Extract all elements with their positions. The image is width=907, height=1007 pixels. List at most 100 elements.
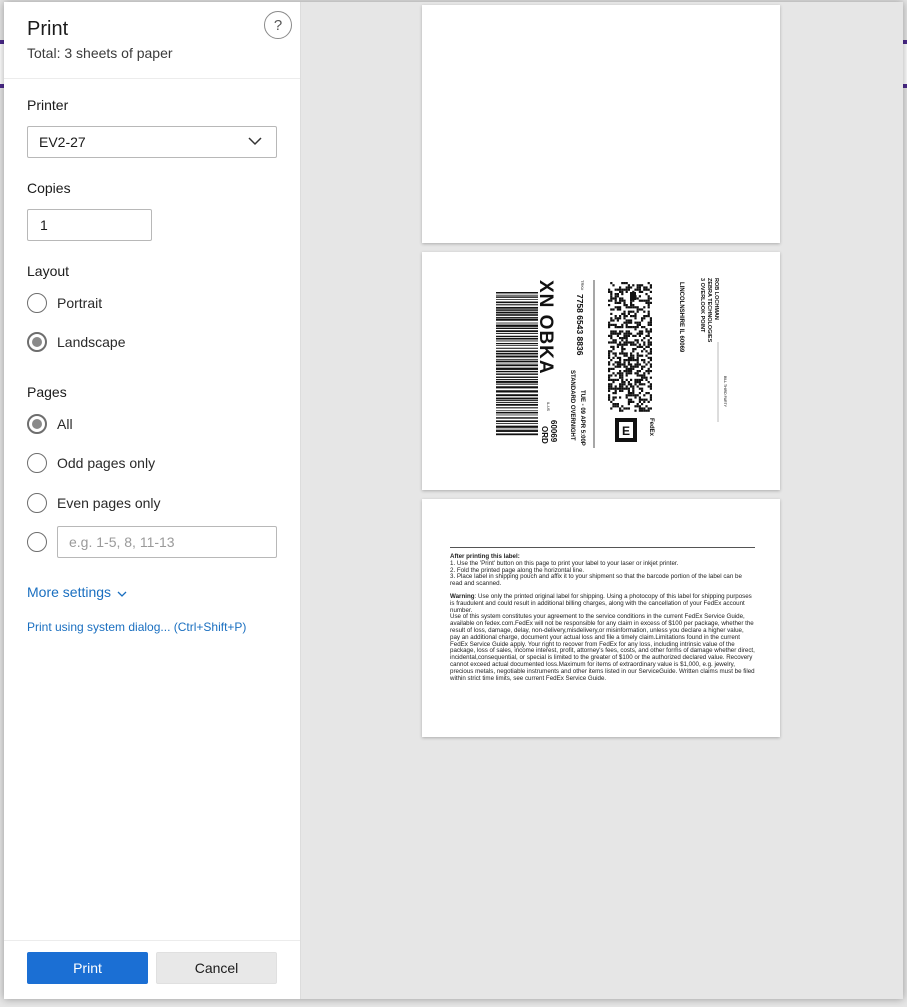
radio-portrait[interactable] [27, 293, 47, 313]
barcode-cell [630, 352, 633, 355]
barcode-cell [625, 321, 628, 324]
barcode-cell [647, 299, 650, 302]
barcode-cell [610, 407, 613, 410]
barcode-cell [634, 326, 637, 329]
print-button[interactable]: Print [27, 952, 148, 984]
barcode-cell [641, 308, 644, 311]
barcode-cell [608, 398, 611, 401]
radio-even[interactable] [27, 493, 47, 513]
barcode-cell [643, 299, 646, 302]
barcode-cell [643, 359, 646, 362]
barcode-cell [632, 365, 635, 368]
barcode-cell [608, 376, 611, 379]
barcode-cell [627, 321, 630, 324]
page-range-input[interactable]: e.g. 1-5, 8, 11-13 [57, 526, 277, 558]
barcode-cell [608, 341, 611, 344]
barcode-cell [616, 288, 619, 291]
barcode-cell [614, 403, 617, 406]
barcode-cell [608, 352, 611, 355]
barcode-cell [647, 297, 650, 300]
barcode-cell [636, 394, 639, 397]
pages-label: Pages [27, 384, 67, 400]
barcode-cell [623, 363, 626, 366]
barcode-cell [627, 387, 630, 390]
barcode-bar [496, 379, 538, 381]
pages-option-custom[interactable] [27, 531, 47, 553]
barcode-cell [636, 341, 639, 344]
barcode-cell [645, 328, 648, 331]
barcode-cell [621, 409, 624, 412]
barcode-cell [614, 389, 617, 392]
barcode-cell [623, 361, 626, 364]
system-dialog-link[interactable]: Print using system dialog... (Ctrl+Shift… [27, 620, 246, 634]
barcode-cell [608, 288, 611, 291]
barcode-cell [634, 317, 637, 320]
barcode-cell [636, 378, 639, 381]
barcode-cell [638, 321, 641, 324]
barcode-cell [649, 370, 652, 373]
barcode-cell [641, 326, 644, 329]
barcode-cell [643, 310, 646, 313]
radio-landscape[interactable] [27, 332, 47, 352]
barcode-bar [496, 342, 538, 345]
pages-option-even[interactable]: Even pages only [27, 492, 161, 514]
barcode-cell [612, 387, 615, 390]
barcode-cell [614, 387, 617, 390]
barcode-bar [496, 420, 538, 423]
barcode-cell [645, 330, 648, 333]
barcode-cell [612, 330, 615, 333]
barcode-cell [632, 394, 635, 397]
barcode-cell [627, 341, 630, 344]
billing-type: BILL THIRD PARTY [723, 376, 727, 407]
barcode-cell [621, 376, 624, 379]
barcode-cell [632, 310, 635, 313]
barcode-cell [616, 363, 619, 366]
pages-option-all[interactable]: All [27, 413, 73, 435]
barcode-cell [649, 350, 652, 353]
barcode-cell [641, 317, 644, 320]
barcode-cell [625, 332, 628, 335]
barcode-cell [619, 361, 622, 364]
more-settings-link[interactable]: More settings [27, 584, 127, 600]
barcode-bar [496, 425, 538, 428]
barcode-cell [621, 330, 624, 333]
barcode-cell [638, 387, 641, 390]
barcode-cell [634, 365, 637, 368]
radio-custom[interactable] [27, 532, 47, 552]
barcode-cell [619, 308, 622, 311]
radio-odd[interactable] [27, 453, 47, 473]
layout-option-portrait[interactable]: Portrait [27, 292, 102, 314]
barcode-cell [647, 306, 650, 309]
barcode-bar [496, 403, 538, 406]
copies-input[interactable]: 1 [27, 209, 152, 241]
barcode-cell [621, 288, 624, 291]
barcode-cell [625, 326, 628, 329]
barcode-cell [623, 304, 626, 307]
terms-text: Use of this system constitutes your agre… [450, 613, 755, 682]
layout-option-landscape[interactable]: Landscape [27, 331, 126, 353]
barcode-cell [614, 392, 617, 395]
barcode-cell [619, 330, 622, 333]
barcode-cell [614, 352, 617, 355]
barcode-cell [647, 370, 650, 373]
radio-all[interactable] [27, 414, 47, 434]
barcode-cell [638, 370, 641, 373]
barcode-cell [645, 405, 648, 408]
barcode-cell [625, 334, 628, 337]
barcode-cell [608, 323, 611, 326]
barcode-cell [614, 330, 617, 333]
barcode-bar [496, 292, 538, 294]
barcode-cell [610, 337, 613, 340]
help-button[interactable]: ? [264, 11, 292, 39]
barcode-cell [634, 334, 637, 337]
barcode-cell [610, 332, 613, 335]
barcode-cell [643, 348, 646, 351]
printer-select[interactable]: EV2-27 [27, 126, 277, 158]
pages-option-odd[interactable]: Odd pages only [27, 452, 155, 474]
barcode-cell [621, 387, 624, 390]
service-type: STANDARD OVERNIGHT [569, 370, 575, 441]
barcode-cell [647, 330, 650, 333]
cancel-button[interactable]: Cancel [156, 952, 277, 984]
barcode-cell [647, 367, 650, 370]
barcode-cell [645, 354, 648, 357]
